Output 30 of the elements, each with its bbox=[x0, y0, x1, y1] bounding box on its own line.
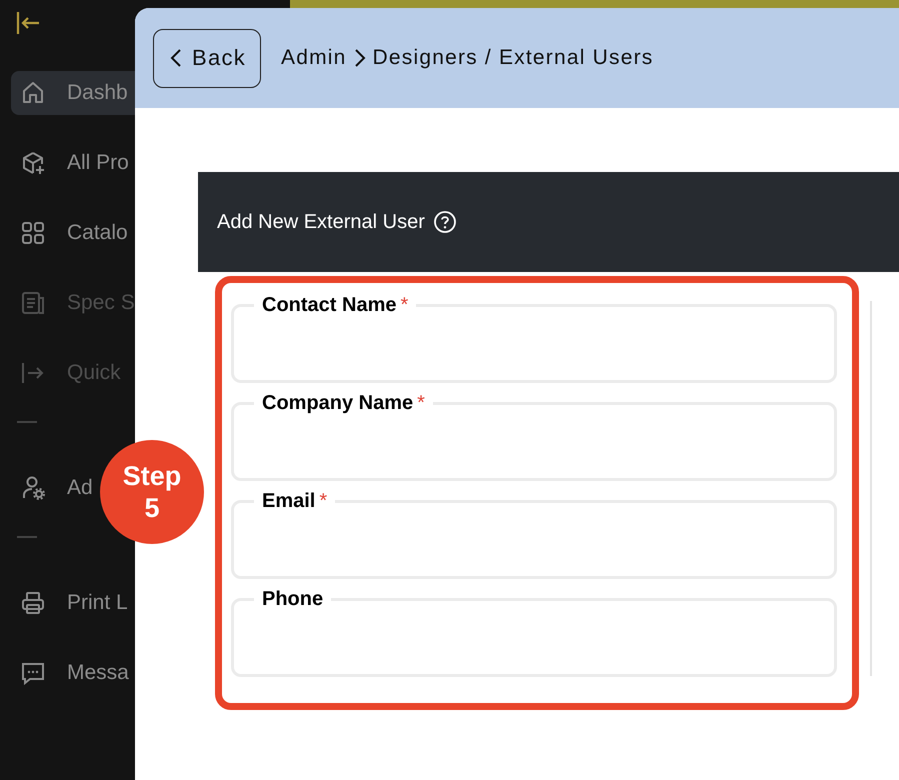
sidebar-item[interactable]: Ad bbox=[11, 466, 97, 510]
sidebar-item[interactable]: All Pro bbox=[11, 141, 133, 185]
cube-plus-icon bbox=[20, 150, 46, 176]
input-field[interactable]: Company Name * bbox=[231, 393, 837, 481]
printer-icon bbox=[20, 590, 46, 616]
chevron-left-icon bbox=[170, 48, 182, 68]
chevron-right-icon bbox=[352, 47, 367, 69]
field-label: Company Name * bbox=[261, 393, 426, 413]
help-icon[interactable] bbox=[432, 210, 457, 234]
breadcrumb-item[interactable]: Admin bbox=[281, 46, 347, 70]
input-field[interactable]: Phone bbox=[231, 589, 837, 677]
grid-icon bbox=[20, 220, 46, 246]
sidebar-item[interactable]: Messa bbox=[11, 651, 133, 695]
input-field[interactable]: Email * bbox=[231, 491, 837, 579]
sidebar-item[interactable]: Print L bbox=[11, 581, 132, 625]
sidebar-item[interactable]: Dashb bbox=[11, 71, 135, 115]
field-label: Contact Name * bbox=[261, 295, 410, 315]
breadcrumb-item[interactable]: Designers / External Users bbox=[372, 46, 654, 70]
card-title: Add New External User bbox=[217, 210, 425, 234]
home-icon bbox=[20, 80, 46, 106]
chat-icon bbox=[20, 660, 46, 686]
document-icon bbox=[20, 290, 46, 316]
sidebar-item[interactable]: Catalo bbox=[11, 211, 132, 255]
back-button[interactable]: Back bbox=[153, 28, 261, 88]
field-label: Email * bbox=[261, 491, 328, 511]
user-gear-icon bbox=[20, 475, 46, 501]
field-label: Phone bbox=[261, 589, 324, 609]
input-field[interactable]: Contact Name * bbox=[231, 295, 837, 383]
arrow-right-icon bbox=[20, 360, 46, 386]
collapse-icon[interactable] bbox=[15, 10, 41, 36]
